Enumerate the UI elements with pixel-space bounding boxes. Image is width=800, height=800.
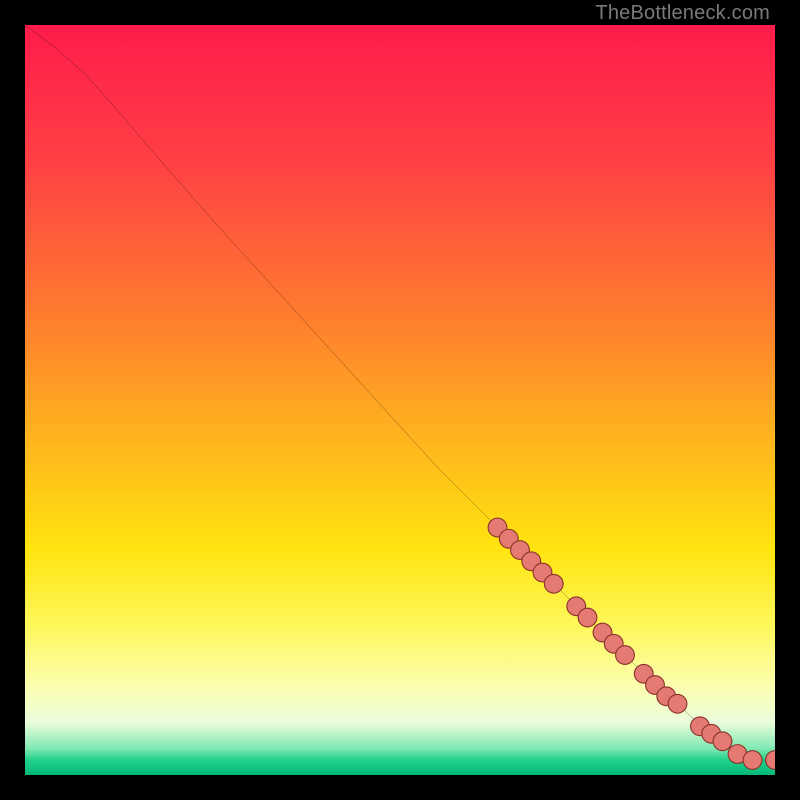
attribution-label: TheBottleneck.com <box>595 2 770 25</box>
data-marker <box>668 694 687 713</box>
chart-stage: TheBottleneck.com <box>0 0 800 800</box>
data-marker <box>743 751 762 770</box>
data-marker <box>578 608 597 627</box>
bottleneck-curve <box>25 25 775 760</box>
plot-area <box>25 25 775 775</box>
data-marker <box>544 574 563 593</box>
marker-group <box>488 518 775 769</box>
data-marker <box>713 732 732 751</box>
data-marker <box>616 646 635 665</box>
curve-layer <box>25 25 775 775</box>
data-marker <box>766 751 775 770</box>
